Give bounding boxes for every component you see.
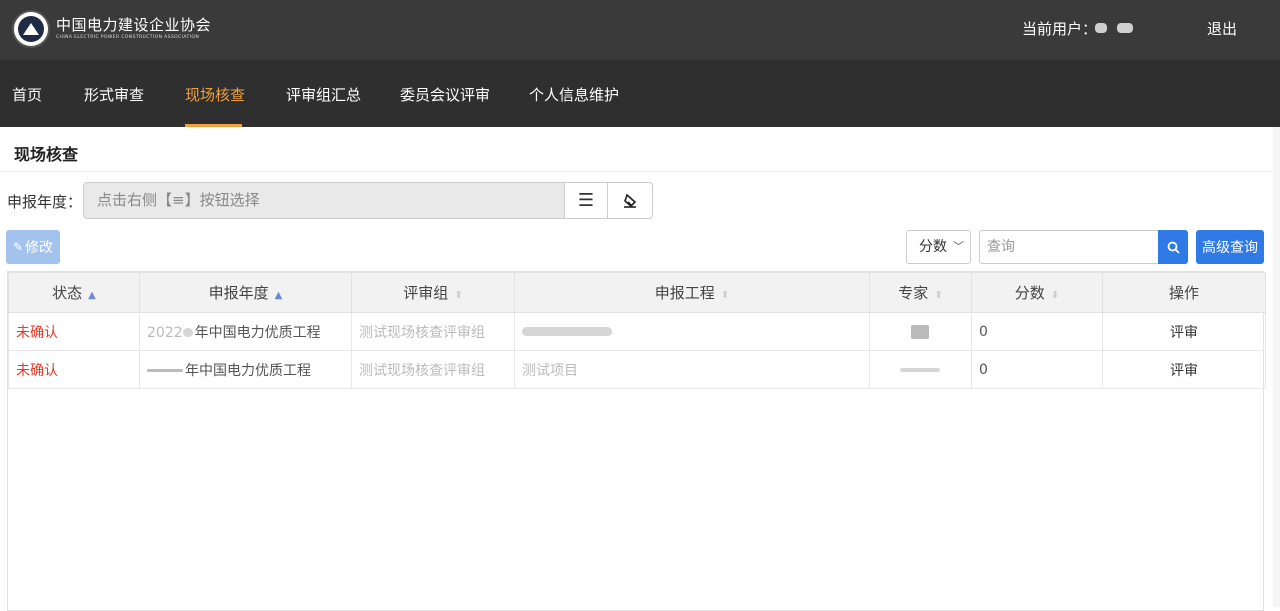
column-header-action: 操作 <box>1102 272 1266 313</box>
chevron-down-icon: ﹀ <box>953 240 964 253</box>
cell-status: 未确认 <box>8 350 140 389</box>
cell-project <box>514 312 870 351</box>
column-header-project[interactable]: 申报工程 ⬍ <box>514 272 870 313</box>
cell-expert-redacted <box>869 312 972 351</box>
column-header-group[interactable]: 评审组 ⬍ <box>351 272 515 313</box>
nav-item-profile[interactable]: 个人信息维护 <box>529 84 619 105</box>
year-label: 申报年度： <box>7 193 83 211</box>
advanced-search-button[interactable]: 高级查询 <box>1196 230 1264 264</box>
year-clear-button[interactable] <box>607 182 653 219</box>
sort-icon: ⬍ <box>1050 290 1060 301</box>
cell-year: 2022 年中国电力优质工程 <box>139 312 352 351</box>
column-header-year[interactable]: 申报年度 ▲ <box>139 272 352 313</box>
main-nav: 首页 形式审查 现场核查 评审组汇总 委员会议评审 个人信息维护 <box>0 60 1280 127</box>
top-bar: 中国电力建设企业协会 CHINA ELECTRIC POWER CONSTRUC… <box>0 0 1280 60</box>
nav-item-format-review[interactable]: 形式审查 <box>84 84 144 105</box>
search-field-value: 分数 <box>919 239 947 255</box>
cell-expert-redacted <box>869 350 972 389</box>
sort-asc-icon: ▲ <box>88 290 96 301</box>
eraser-icon <box>624 193 637 208</box>
association-logo-icon <box>12 10 50 48</box>
nav-item-committee-review[interactable]: 委员会议评审 <box>400 84 490 105</box>
nav-item-site-check[interactable]: 现场核查 <box>185 84 245 105</box>
logout-link[interactable]: 退出 <box>1207 18 1237 39</box>
edit-button[interactable]: ✎ 修改 <box>6 230 60 264</box>
cell-group: 测试现场核查评审组 <box>351 350 515 389</box>
cell-project: 测试项目 <box>514 350 870 389</box>
review-action-link[interactable]: 评审 <box>1102 350 1266 389</box>
title-divider <box>0 171 1280 172</box>
cell-status: 未确认 <box>8 312 140 351</box>
page-title: 现场核查 <box>14 145 79 164</box>
nav-item-group-summary[interactable]: 评审组汇总 <box>286 84 361 105</box>
sort-icon: ⬍ <box>934 290 943 301</box>
current-user-name-redacted <box>1095 20 1143 35</box>
cell-year: 年中国电力优质工程 <box>139 350 352 389</box>
brand-name-en: CHINA ELECTRIC POWER CONSTRUCTION ASSOCI… <box>56 35 200 40</box>
brand-name: 中国电力建设企业协会 <box>56 16 212 34</box>
table-row[interactable]: 未确认 年中国电力优质工程 测试现场核查评审组 测试项目 0 评审 <box>8 350 1266 389</box>
cell-group: 测试现场核查评审组 <box>351 312 515 351</box>
list-icon: ☰ <box>577 190 595 211</box>
nav-item-home[interactable]: 首页 <box>12 84 42 105</box>
sort-asc-icon: ▲ <box>274 290 283 301</box>
search-field-select[interactable]: 分数 ﹀ <box>906 230 971 264</box>
column-header-status[interactable]: 状态 ▲ <box>8 272 140 313</box>
search-input[interactable]: 查询 <box>979 230 1159 264</box>
column-header-score[interactable]: 分数 ⬍ <box>971 272 1103 313</box>
sort-icon: ⬍ <box>720 290 730 301</box>
review-table: 状态 ▲ 申报年度 ▲ 评审组 ⬍ 申报工程 ⬍ 专家 ⬍ 分数 ⬍ 操作 未确认 2022… <box>7 271 1266 611</box>
table-row[interactable]: 未确认 2022 年中国电力优质工程 测试现场核查评审组 0 评审 <box>8 312 1266 351</box>
table-header-row: 状态 ▲ 申报年度 ▲ 评审组 ⬍ 申报工程 ⬍ 专家 ⬍ 分数 ⬍ 操作 <box>8 272 1266 313</box>
page-scrollbar[interactable] <box>1273 127 1280 607</box>
year-input[interactable]: 点击右侧【≡】按钮选择 <box>83 182 565 219</box>
search-button[interactable] <box>1158 230 1188 264</box>
review-action-link[interactable]: 评审 <box>1102 312 1266 351</box>
sort-icon: ⬍ <box>454 290 463 301</box>
edit-button-label: 修改 <box>25 240 54 256</box>
year-select-button[interactable]: ☰ <box>564 182 608 219</box>
pencil-icon: ✎ <box>12 240 24 254</box>
current-user-label: 当前用户： <box>1022 20 1098 38</box>
cell-score: 0 <box>971 350 1103 389</box>
search-icon <box>1167 241 1180 254</box>
cell-score: 0 <box>971 312 1103 351</box>
column-header-expert[interactable]: 专家 ⬍ <box>869 272 972 313</box>
nav-active-underline <box>185 124 242 127</box>
